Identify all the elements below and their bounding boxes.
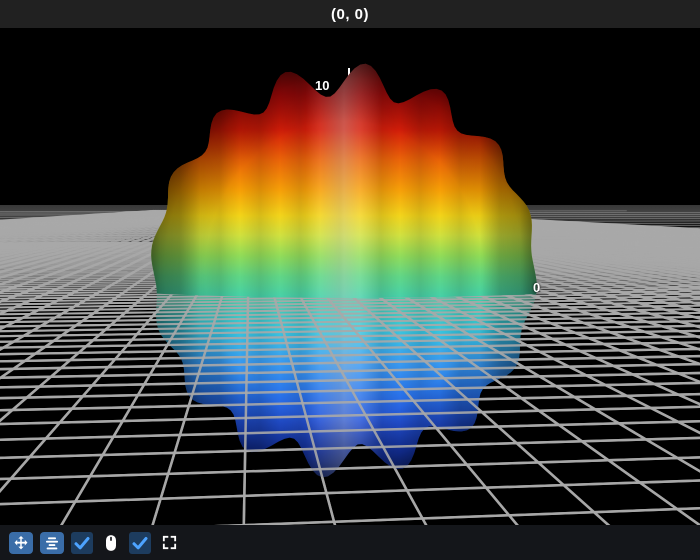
rotate-checkbox[interactable] [71, 531, 93, 554]
fullscreen-icon [162, 535, 176, 550]
zoom-checkbox[interactable] [129, 531, 151, 554]
coordinates-label: (0, 0) [330, 5, 369, 23]
checkmark-icon [132, 536, 148, 549]
center-button[interactable] [40, 531, 64, 554]
checkmark-icon [74, 536, 90, 549]
mouse-icon [106, 534, 116, 551]
bottom-toolbar [0, 525, 700, 560]
mouse-indicator [100, 532, 122, 554]
pan-button[interactable] [9, 531, 33, 554]
align-center-icon [46, 536, 58, 549]
title-bar: (0, 0) [0, 0, 700, 28]
plot-3d-canvas[interactable]: 10 -10 0 [0, 28, 700, 525]
x-axis-label: 0 [533, 280, 541, 295]
move-icon [14, 535, 28, 549]
fullscreen-button[interactable] [158, 532, 180, 554]
